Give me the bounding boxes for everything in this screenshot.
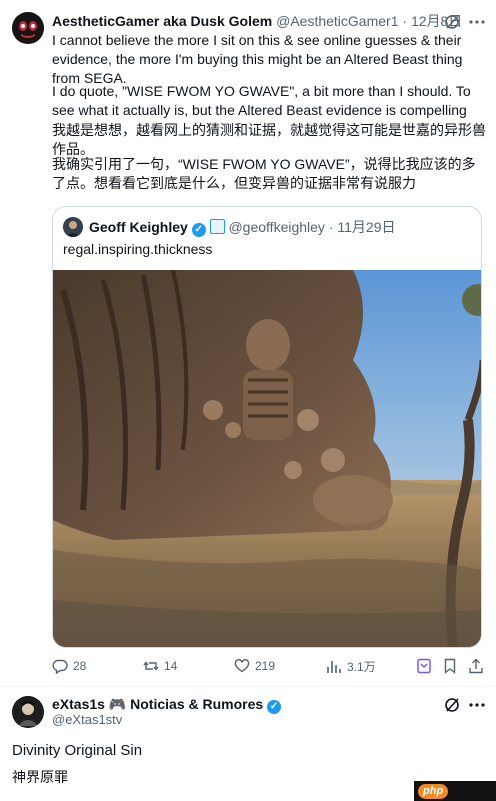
quote-date[interactable]: 11月29日 [337,219,395,235]
quote-author-handle[interactable]: @geoffkeighley [228,219,324,235]
reply-text-zh: 神界原罪 [12,769,68,785]
tweet-text-en-2: I do quote, "WISE FWOM YO GWAVE", a bit … [52,83,471,118]
separator-dot: · [328,219,334,235]
views-button[interactable]: 3.1万 [326,658,376,675]
quote-author-name[interactable]: Geoff Keighley [89,219,188,235]
tweet-text-zh-1: 我越是想想，越看网上的猜测和证据，就越觉得这可能是世嘉的异形兽作品。 [52,122,486,157]
quote-card[interactable]: Geoff Keighley ✓ @geoffkeighley · 11月29日… [52,206,482,648]
grok-icon[interactable] [444,697,460,713]
retweet-icon [143,658,159,674]
like-count: 219 [255,659,276,673]
more-icon[interactable] [468,14,486,30]
grok-icon[interactable] [444,14,460,30]
site-watermark: php [414,781,496,801]
bookmark-icon[interactable] [442,658,458,674]
avatar[interactable] [12,12,44,44]
quote-text: regal.inspiring.thickness [63,241,213,257]
views-icon [326,659,342,675]
watermark-logo: php [418,784,449,799]
reply-count: 28 [73,659,87,673]
views-count: 3.1万 [347,660,376,674]
share-icon[interactable] [468,658,484,674]
reply-author-handle[interactable]: @eXtas1stv [52,711,122,729]
tweet-text-zh-2: 我确实引用了一句，“WISE FWOM YO GWAVE”，说得比我应该的多了点… [52,156,476,191]
reply-icon [52,658,68,674]
verified-badge-icon: ✓ [191,223,206,237]
grok-analyze-icon[interactable] [416,658,432,674]
quote-image[interactable] [53,270,481,647]
heart-icon [234,658,250,674]
quote-header: Geoff Keighley ✓ @geoffkeighley · 11月29日 [89,218,479,237]
author-handle[interactable]: @AestheticGamer1 [276,13,398,29]
affiliate-badge-icon [209,219,225,234]
tweet-text-en-1: I cannot believe the more I sit on this … [52,32,463,86]
retweet-button[interactable]: 14 [143,658,177,674]
reply-author-name[interactable]: eXtas1s 🎮 Noticias & Rumores [52,696,263,712]
like-button[interactable]: 219 [234,658,275,674]
reply-text-en: Divinity Original Sin [12,742,143,759]
more-icon[interactable] [468,697,486,713]
reply-button[interactable]: 28 [52,658,86,674]
author-name[interactable]: AestheticGamer aka Dusk Golem [52,13,272,29]
tweet-header: AestheticGamer aka Dusk Golem @Aesthetic… [52,12,462,30]
quote-avatar[interactable] [63,217,83,237]
verified-badge-icon: ✓ [267,700,282,714]
reply-avatar[interactable] [12,696,44,728]
separator-dot: · [402,13,408,29]
divider [0,686,496,687]
retweet-count: 14 [164,659,178,673]
